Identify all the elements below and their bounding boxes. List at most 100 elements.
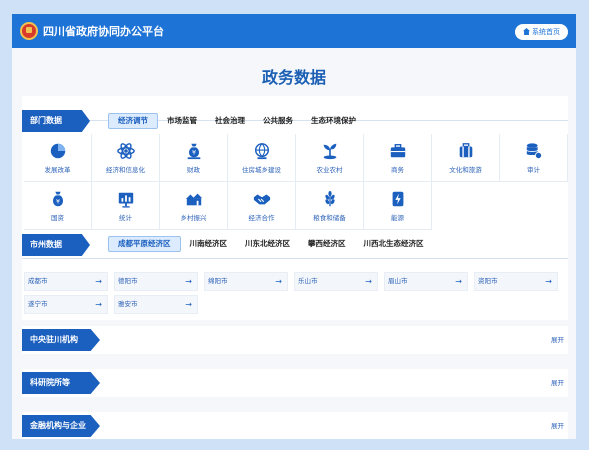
dept-item-label: 统计 (119, 213, 132, 222)
grain-icon (324, 190, 335, 206)
dept-item-label: 经济和信息化 (106, 165, 145, 174)
dept-item[interactable]: 粮食和储备 (296, 182, 364, 230)
section-central-agencies: 中央驻川机构 展开 (22, 326, 568, 354)
dept-item-label: 乡村振兴 (180, 213, 207, 222)
dept-item[interactable]: ¥ 财政 (160, 134, 228, 182)
sprout-icon (323, 143, 336, 159)
arrow-right-icon: → (275, 277, 282, 286)
home-button[interactable]: 系统首页 (515, 24, 568, 40)
tab-northeast-sichuan[interactable]: 川东北经济区 (236, 236, 299, 252)
dept-item-label: 发展改革 (44, 165, 71, 174)
tab-social-governance[interactable]: 社会治理 (206, 113, 254, 129)
tab-market-supervision[interactable]: 市场监管 (158, 113, 206, 129)
energy-icon (392, 191, 403, 206)
suitcase-icon (459, 142, 472, 157)
dept-item[interactable]: 住房城乡建设 (228, 134, 296, 182)
city-data-panel: 市州数据 成都平原经济区 川南经济区 川东北经济区 攀西经济区 川西北生态经济区… (22, 234, 568, 320)
expand-link[interactable]: 展开 (551, 334, 564, 344)
dept-item[interactable]: 经济合作 (228, 182, 296, 230)
dept-item-label: 经济合作 (248, 213, 275, 222)
arrow-right-icon: → (185, 300, 192, 309)
home-button-label: 系统首页 (532, 28, 560, 36)
money-bag-icon: ¥ (187, 143, 200, 159)
dept-item[interactable]: ¥ 国资 (24, 182, 92, 230)
section-label-finance: 金融机构与企业 (22, 415, 100, 437)
dept-item[interactable]: 文化和旅游 (432, 134, 500, 182)
briefcase-icon (390, 143, 405, 157)
city-name: 资阳市 (478, 277, 498, 285)
dept-item-label: 商务 (391, 165, 404, 174)
tab-economic-regulation[interactable]: 经济调节 (108, 113, 158, 129)
dept-item[interactable]: 经济和信息化 (92, 134, 160, 182)
tab-panxi[interactable]: 攀西经济区 (299, 236, 355, 252)
dept-item-label: 农业农村 (316, 165, 343, 174)
svg-text:¥: ¥ (191, 149, 195, 156)
database-icon (525, 142, 542, 159)
dept-item[interactable]: 农业农村 (296, 134, 364, 182)
city-card[interactable]: 资阳市 → (474, 272, 558, 291)
tab-chengdu-plain[interactable]: 成都平原经济区 (108, 236, 181, 252)
dept-item[interactable]: 能源 (364, 182, 432, 230)
city-name: 成都市 (28, 277, 48, 285)
tab-northwest-sichuan[interactable]: 川西北生态经济区 (355, 236, 433, 252)
dept-tabs: 经济调节 市场监管 社会治理 公共服务 生态环境保护 (108, 113, 365, 129)
city-name: 德阳市 (118, 277, 138, 285)
globe-icon (254, 142, 269, 159)
section-label-research: 科研院所等 (22, 372, 100, 394)
dept-item[interactable]: 乡村振兴 (160, 182, 228, 230)
app-window: 四川省政府协同办公平台 系统首页 政务数据 部门数据 经济调节 市场监管 社会治… (12, 14, 576, 439)
city-card[interactable]: 眉山市 → (384, 272, 468, 291)
tab-ecology-protection[interactable]: 生态环境保护 (302, 113, 365, 129)
dept-data-panel: 部门数据 经济调节 市场监管 社会治理 公共服务 生态环境保护 发展改革 经济和… (22, 96, 568, 234)
dept-item-label: 国资 (51, 213, 64, 222)
village-icon (185, 193, 202, 205)
bar-chart-icon (118, 192, 133, 208)
dept-item[interactable]: 审计 (500, 134, 568, 182)
city-card[interactable]: 绵阳市 → (204, 272, 288, 291)
arrow-right-icon: → (185, 277, 192, 286)
section-label-city: 市州数据 (22, 234, 90, 256)
arrow-right-icon: → (455, 277, 462, 286)
city-name: 雅安市 (118, 300, 138, 308)
section-research-institutes: 科研院所等 展开 (22, 369, 568, 397)
arrow-right-icon: → (365, 277, 372, 286)
dept-item-label: 文化和旅游 (449, 165, 482, 174)
tab-south-sichuan[interactable]: 川南经济区 (181, 236, 237, 252)
section-label-central: 中央驻川机构 (22, 329, 100, 351)
expand-link[interactable]: 展开 (551, 377, 564, 387)
atom-icon (116, 142, 135, 159)
arrow-right-icon: → (95, 277, 102, 286)
pie-chart-icon (50, 143, 65, 158)
dept-item-label: 审计 (527, 165, 540, 174)
dept-item[interactable]: 发展改革 (24, 134, 92, 182)
arrow-right-icon: → (95, 300, 102, 309)
top-bar: 四川省政府协同办公平台 系统首页 (12, 14, 576, 48)
dept-item-label: 住房城乡建设 (242, 165, 281, 174)
city-card[interactable]: 乐山市 → (294, 272, 378, 291)
arrow-right-icon: → (545, 277, 552, 286)
yuan-bag-icon: ¥ (52, 191, 63, 206)
section-finance-enterprises: 金融机构与企业 展开 (22, 412, 568, 439)
divider (22, 258, 568, 259)
city-card[interactable]: 遂宁市 → (24, 295, 108, 314)
city-card[interactable]: 成都市 → (24, 272, 108, 291)
city-name: 乐山市 (298, 277, 318, 285)
city-card[interactable]: 雅安市 → (114, 295, 198, 314)
city-card[interactable]: 德阳市 → (114, 272, 198, 291)
dept-item-label: 粮食和储备 (313, 213, 346, 222)
section-label-dept: 部门数据 (22, 110, 90, 132)
dept-item[interactable]: 商务 (364, 134, 432, 182)
svg-text:¥: ¥ (55, 198, 59, 205)
region-tabs: 成都平原经济区 川南经济区 川东北经济区 攀西经济区 川西北生态经济区 (108, 236, 433, 252)
national-emblem-icon (20, 22, 38, 40)
handshake-icon (253, 194, 270, 204)
city-list: 成都市 → 德阳市 → 绵阳市 → 乐山市 → 眉山市 → 资阳市 → 遂宁市 → 雅安市 → (24, 272, 564, 314)
city-name: 遂宁市 (28, 300, 48, 308)
tab-public-service[interactable]: 公共服务 (254, 113, 302, 129)
dept-item[interactable]: 统计 (92, 182, 160, 230)
dept-item-label: 财政 (187, 165, 200, 174)
dept-grid: 发展改革 经济和信息化 ¥ 财政 住房城乡建设 农业农村 商务 文化和旅游 审计 … (24, 134, 568, 230)
expand-link[interactable]: 展开 (551, 420, 564, 430)
page-title: 政务数据 (261, 68, 326, 87)
city-name: 绵阳市 (208, 277, 228, 285)
